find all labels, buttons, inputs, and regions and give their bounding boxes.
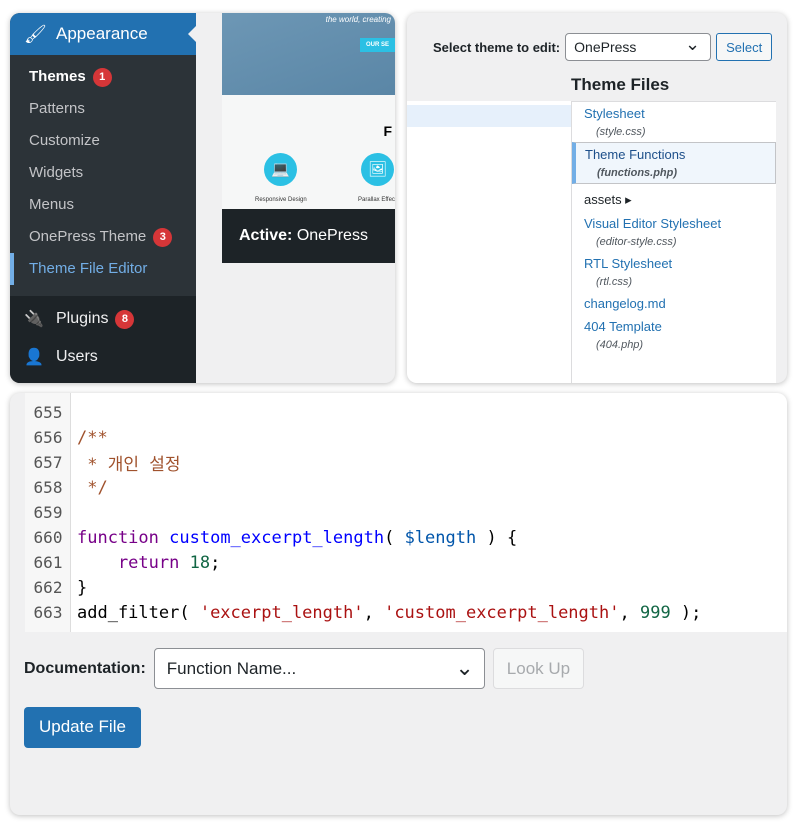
file-item-active[interactable]: Theme Functions (functions.php) (572, 142, 776, 184)
features-heading: F (383, 123, 392, 139)
feature-label: Responsive Design (255, 197, 307, 203)
file-name: (rtl.css) (596, 276, 633, 288)
laptop-icon: 💻 (264, 153, 297, 186)
file-link[interactable]: changelog.md (584, 296, 764, 311)
tagline: the world, creating (325, 15, 391, 24)
label: Users (56, 348, 98, 365)
code-editor-panel: 655 656 /** 657 * 개인 설정 658 */ 659 660 fun… (10, 393, 787, 815)
code-editor[interactable]: 655 656 /** 657 * 개인 설정 658 */ 659 660 fun… (25, 393, 787, 632)
theme-files-list: Stylesheet (style.css) Theme Functions (fu… (571, 101, 776, 383)
file-name: (style.css) (596, 126, 646, 138)
file-name: (editor-style.css) (596, 236, 677, 248)
code-line: 661 return 18; (25, 550, 221, 575)
line-number: 655 (33, 403, 63, 422)
documentation-label: Documentation: (24, 659, 146, 677)
paintbrush-icon: 🖌 (24, 23, 47, 44)
code-line: 660 function custom_excerpt_length( $leng… (25, 525, 518, 550)
submenu-widgets[interactable]: Widgets (10, 157, 196, 189)
menu-plugins[interactable]: 🔌 Plugins 8 (10, 300, 196, 338)
punct: , (363, 602, 385, 623)
string: 'excerpt_length' (199, 602, 364, 623)
line-number: 659 (33, 503, 63, 522)
punct: ( (384, 527, 395, 548)
line-number: 661 (33, 553, 63, 572)
file-link[interactable]: 404 Template (584, 319, 764, 334)
function-name: custom_excerpt_length (169, 527, 385, 548)
line-number: 662 (33, 578, 63, 597)
submenu-theme-file-editor[interactable]: Theme File Editor (10, 253, 196, 285)
function-call: add_filter( (77, 602, 200, 623)
submenu-onepress-theme[interactable]: OnePress Theme 3 (10, 221, 196, 253)
admin-sidebar: 🖌 Appearance Themes 1 Patterns Customize W… (10, 13, 196, 383)
file-item[interactable]: Visual Editor Stylesheet (editor-style.cs… (572, 212, 776, 252)
theme-screenshot-hero: the world, creating OUR SE (222, 13, 395, 95)
select-button[interactable]: Select (716, 33, 773, 61)
image-icon: 🖼 (361, 153, 394, 186)
active-theme-bar: Active: OnePress (222, 209, 395, 263)
submenu-patterns[interactable]: Patterns (10, 93, 196, 125)
count-badge: 3 (153, 227, 173, 247)
theme-files-panel: Select theme to edit: OnePress Select Th… (407, 13, 787, 383)
code-line: * 개인 설정 (77, 455, 181, 475)
line-number: 657 (33, 453, 63, 472)
code-line: 663 add_filter( 'excerpt_length', 'custom… (25, 600, 702, 625)
hero-button: OUR SE (359, 38, 395, 52)
submenu-menus[interactable]: Menus (10, 189, 196, 221)
function-name-select[interactable]: Function Name... (153, 648, 485, 689)
variable: $length (404, 527, 477, 548)
theme-preview[interactable]: the world, creating OUR SE F 💻 🖼 Responsi… (222, 13, 395, 263)
line-number: 656 (33, 428, 63, 447)
update-badge: 8 (115, 309, 135, 329)
file-item[interactable]: RTL Stylesheet (rtl.css) (572, 252, 776, 292)
select-theme-label: Select theme to edit: (433, 39, 561, 55)
theme-files-heading: Theme Files (571, 75, 670, 94)
string: 'custom_excerpt_length' (384, 602, 620, 623)
number: 999 (639, 602, 671, 623)
active-label: Active: (239, 227, 293, 244)
file-link[interactable]: Visual Editor Stylesheet (584, 216, 764, 231)
label: Themes (29, 68, 86, 85)
code-line: /** (77, 427, 108, 448)
feature-label: Parallax Effec (358, 197, 395, 203)
code-line: } (77, 577, 88, 598)
code-line: */ (77, 477, 108, 498)
file-item[interactable]: 404 Template (404.php) (572, 315, 776, 355)
punct: ); (670, 602, 702, 623)
look-up-button[interactable]: Look Up (492, 648, 585, 689)
number: 18 (189, 552, 211, 573)
line-number: 658 (33, 478, 63, 497)
file-link[interactable]: Stylesheet (584, 106, 764, 121)
punct: , (619, 602, 640, 623)
line-number: 660 (33, 528, 63, 547)
keyword: return (77, 552, 180, 573)
active-theme-name: OnePress (296, 227, 368, 244)
punct: ; (210, 552, 221, 573)
label: Plugins (56, 310, 109, 327)
line-number: 663 (33, 603, 63, 622)
highlight-line (407, 105, 571, 127)
plugin-icon: 🔌 (24, 311, 44, 328)
user-icon: 👤 (24, 349, 44, 366)
file-link[interactable]: RTL Stylesheet (584, 256, 764, 271)
label: OnePress Theme (29, 228, 147, 245)
menu-users[interactable]: 👤 Users (10, 338, 196, 376)
submenu-themes[interactable]: Themes 1 (10, 61, 196, 93)
submenu-customize[interactable]: Customize (10, 125, 196, 157)
keyword: function (77, 527, 159, 548)
theme-select[interactable]: OnePress (565, 33, 712, 61)
file-link[interactable]: Theme Functions (585, 147, 763, 162)
file-name: (functions.php) (597, 167, 678, 179)
admin-menu-panel: 🖌 Appearance Themes 1 Patterns Customize W… (10, 13, 395, 383)
punct: ) { (486, 527, 518, 548)
folder-assets[interactable]: assets ▸ (572, 184, 776, 212)
menu-label: Appearance (56, 24, 148, 43)
file-item[interactable]: Stylesheet (style.css) (572, 102, 776, 142)
file-item[interactable]: changelog.md (572, 292, 776, 315)
editor-area (407, 101, 571, 383)
update-badge: 1 (92, 67, 112, 87)
menu-appearance[interactable]: 🖌 Appearance (10, 13, 196, 55)
file-name: (404.php) (596, 339, 644, 351)
update-file-button[interactable]: Update File (24, 707, 141, 748)
